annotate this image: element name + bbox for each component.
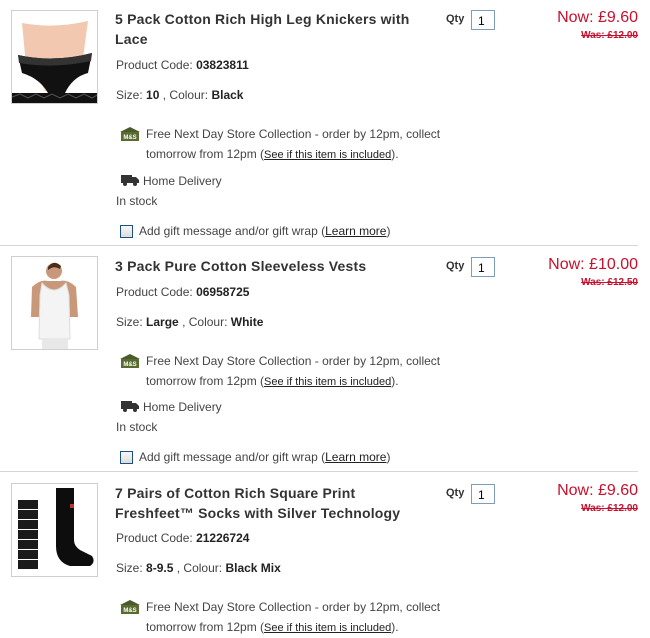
- gift-wrap-text: Add gift message and/or gift wrap (: [139, 450, 326, 464]
- was-price: Was: £12.50: [581, 277, 638, 288]
- svg-text:M&S: M&S: [123, 362, 136, 368]
- home-delivery: Home Delivery: [143, 174, 222, 188]
- store-collection-info: Free Next Day Store Collection - order b…: [146, 124, 466, 165]
- stock-status: In stock: [116, 420, 158, 434]
- product-code: Product Code: 06958725: [116, 285, 249, 299]
- product-code-label: Product Code:: [116, 58, 193, 72]
- colour-label: , Colour:: [182, 315, 228, 329]
- product-code-value: 06958725: [196, 285, 250, 299]
- product-title[interactable]: 3 Pack Pure Cotton Sleeveless Vests: [115, 256, 435, 276]
- see-if-included-link[interactable]: See if this item is included: [264, 149, 391, 161]
- qty-label: Qty: [446, 13, 465, 25]
- item-divider: [0, 471, 638, 472]
- store-collection-icon: M&S: [120, 600, 140, 614]
- store-collection-text: Free Next Day Store Collection - order b…: [146, 600, 441, 614]
- store-collection-icon: M&S: [120, 354, 140, 368]
- product-code: Product Code: 03823811: [116, 58, 249, 72]
- product-code-value: 03823811: [196, 58, 249, 72]
- store-collection-info: Free Next Day Store Collection - order b…: [146, 597, 466, 638]
- was-price: Was: £12.00: [581, 30, 638, 41]
- learn-more-link[interactable]: Learn more: [325, 224, 386, 238]
- size-label: Size:: [116, 561, 143, 575]
- store-collection-text-3: ).: [391, 620, 399, 634]
- product-title[interactable]: 5 Pack Cotton Rich High Leg Knickers wit…: [115, 9, 435, 49]
- product-title-line1: 3 Pack Pure Cotton Sleeveless Vests: [115, 258, 367, 274]
- size-value: Large: [146, 315, 179, 329]
- see-if-included-link[interactable]: See if this item is included: [264, 622, 391, 634]
- qty-input[interactable]: [471, 257, 495, 277]
- now-price: Now: £9.60: [557, 9, 638, 26]
- gift-wrap-text: Add gift message and/or gift wrap (: [139, 224, 326, 238]
- colour-label: , Colour:: [176, 561, 223, 575]
- stock-status: In stock: [116, 194, 158, 208]
- size-value: 8-9.5: [146, 561, 174, 575]
- store-collection-icon: M&S: [120, 127, 140, 141]
- product-code-label: Product Code:: [116, 531, 193, 545]
- product-title-line1: 7 Pairs of Cotton Rich Square Print: [115, 485, 356, 501]
- product-title[interactable]: 7 Pairs of Cotton Rich Square Print Fres…: [115, 483, 435, 523]
- size-label: Size:: [116, 88, 143, 102]
- gift-wrap-checkbox[interactable]: [120, 225, 133, 238]
- product-title-line2: Freshfeet™ Socks with Silver Technology: [115, 505, 401, 521]
- store-collection-info: Free Next Day Store Collection - order b…: [146, 351, 466, 392]
- now-price: Now: £10.00: [548, 256, 638, 273]
- store-collection-text-3: ).: [391, 147, 399, 161]
- product-image-vests[interactable]: [11, 256, 98, 350]
- product-code: Product Code: 21226724: [116, 531, 249, 545]
- size-label: Size:: [116, 315, 143, 329]
- see-if-included-link[interactable]: See if this item is included: [264, 376, 391, 388]
- gift-wrap-end: ): [386, 224, 391, 238]
- size-colour: Size: 8-9.5 , Colour: Black Mix: [116, 561, 281, 575]
- was-price: Was: £12.00: [581, 503, 638, 514]
- now-price: Now: £9.60: [557, 482, 638, 499]
- store-collection-text: Free Next Day Store Collection - order b…: [146, 127, 441, 141]
- product-image-socks[interactable]: [11, 483, 98, 577]
- gift-wrap-checkbox[interactable]: [120, 451, 133, 464]
- colour-value: Black Mix: [225, 561, 281, 575]
- store-collection-text-3: ).: [391, 374, 399, 388]
- svg-text:M&S: M&S: [123, 608, 136, 614]
- product-code-label: Product Code:: [116, 285, 193, 299]
- socks-image: [12, 484, 97, 576]
- product-title-line1: 5 Pack Cotton Rich High Leg Knickers wit…: [115, 11, 410, 27]
- learn-more-link[interactable]: Learn more: [325, 450, 386, 464]
- colour-value: Black: [211, 88, 244, 102]
- store-collection-text: Free Next Day Store Collection - order b…: [146, 354, 441, 368]
- size-colour: Size: 10 , Colour: Black: [116, 88, 243, 102]
- store-collection-text-2: tomorrow from 12pm (: [146, 147, 265, 161]
- colour-label: , Colour:: [162, 88, 209, 102]
- qty-input[interactable]: [471, 484, 495, 504]
- qty-label: Qty: [446, 260, 465, 272]
- vest-image: [12, 257, 97, 349]
- delivery-van-icon: [121, 175, 139, 186]
- qty-input[interactable]: [471, 10, 495, 30]
- qty-label: Qty: [446, 487, 465, 499]
- product-code-value: 21226724: [196, 531, 250, 545]
- item-divider: [0, 245, 638, 246]
- knickers-image: [12, 11, 97, 103]
- gift-wrap-label: Add gift message and/or gift wrap (Learn…: [139, 224, 390, 238]
- svg-text:M&S: M&S: [123, 135, 136, 141]
- size-colour: Size: Large , Colour: White: [116, 315, 263, 329]
- product-title-line2: Lace: [115, 31, 148, 47]
- delivery-van-icon: [121, 401, 139, 412]
- store-collection-text-2: tomorrow from 12pm (: [146, 374, 265, 388]
- size-value: 10: [146, 88, 160, 102]
- store-collection-text-2: tomorrow from 12pm (: [146, 620, 265, 634]
- home-delivery: Home Delivery: [143, 400, 222, 414]
- gift-wrap-end: ): [386, 450, 391, 464]
- colour-value: White: [230, 315, 264, 329]
- gift-wrap-label: Add gift message and/or gift wrap (Learn…: [139, 450, 390, 464]
- product-image-knickers[interactable]: [11, 10, 98, 104]
